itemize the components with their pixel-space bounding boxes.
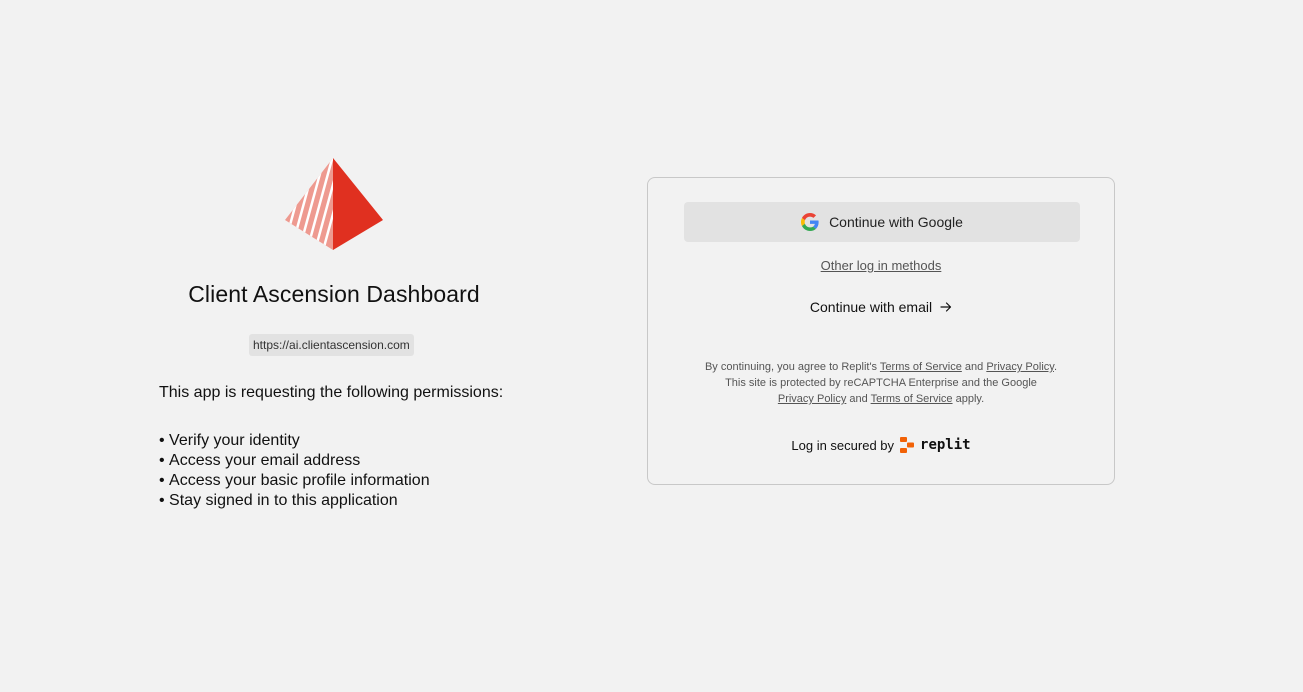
legal-text: apply. xyxy=(952,393,985,405)
continue-with-email-button[interactable]: Continue with email xyxy=(810,299,952,315)
replit-wordmark: replit xyxy=(920,437,971,453)
replit-logo: replit xyxy=(900,437,971,453)
arrow-right-icon xyxy=(940,302,952,312)
other-methods-row: Other log in methods xyxy=(648,258,1114,273)
other-login-methods-link[interactable]: Other log in methods xyxy=(821,258,942,273)
permission-item: Stay signed in to this application xyxy=(159,491,430,511)
permissions-list: Verify your identity Access your email a… xyxy=(159,431,430,511)
pyramid-logo-icon xyxy=(285,158,383,250)
app-title: Client Ascension Dashboard xyxy=(188,281,480,307)
google-terms-of-service-link[interactable]: Terms of Service xyxy=(871,393,953,405)
google-privacy-policy-link[interactable]: Privacy Policy xyxy=(778,393,846,405)
legal-text: By continuing, you agree to Replit's xyxy=(704,361,880,373)
permission-item: Verify your identity xyxy=(159,431,430,451)
continue-with-google-button[interactable]: Continue with Google xyxy=(684,202,1080,242)
permissions-heading: This app is requesting the following per… xyxy=(159,384,504,401)
email-button-label: Continue with email xyxy=(809,299,933,315)
secured-by-label: Log in secured by xyxy=(791,437,895,453)
legal-text: and xyxy=(961,361,987,373)
privacy-policy-link[interactable]: Privacy Policy xyxy=(986,361,1054,373)
google-icon xyxy=(801,213,819,231)
replit-mark-icon xyxy=(900,437,915,453)
legal-line-1: By continuing, you agree to Replit's Ter… xyxy=(668,359,1094,375)
legal-line-3: Privacy Policy and Terms of Service appl… xyxy=(668,391,1094,407)
login-card: Continue with Google Other log in method… xyxy=(647,177,1115,485)
permission-item: Access your basic profile information xyxy=(159,471,430,491)
permission-item: Access your email address xyxy=(159,451,430,471)
legal-line-2: This site is protected by reCAPTCHA Ente… xyxy=(725,377,1037,389)
legal-text: and xyxy=(846,393,871,405)
app-url-badge: https://ai.clientascension.com xyxy=(249,334,414,356)
legal-notice: By continuing, you agree to Replit's Ter… xyxy=(668,359,1094,407)
secured-by-row: Log in secured by replit xyxy=(648,437,1114,453)
legal-text: . xyxy=(1053,361,1058,373)
email-row: Continue with email xyxy=(648,299,1114,315)
terms-of-service-link[interactable]: Terms of Service xyxy=(880,361,962,373)
google-button-label: Continue with Google xyxy=(829,214,963,230)
